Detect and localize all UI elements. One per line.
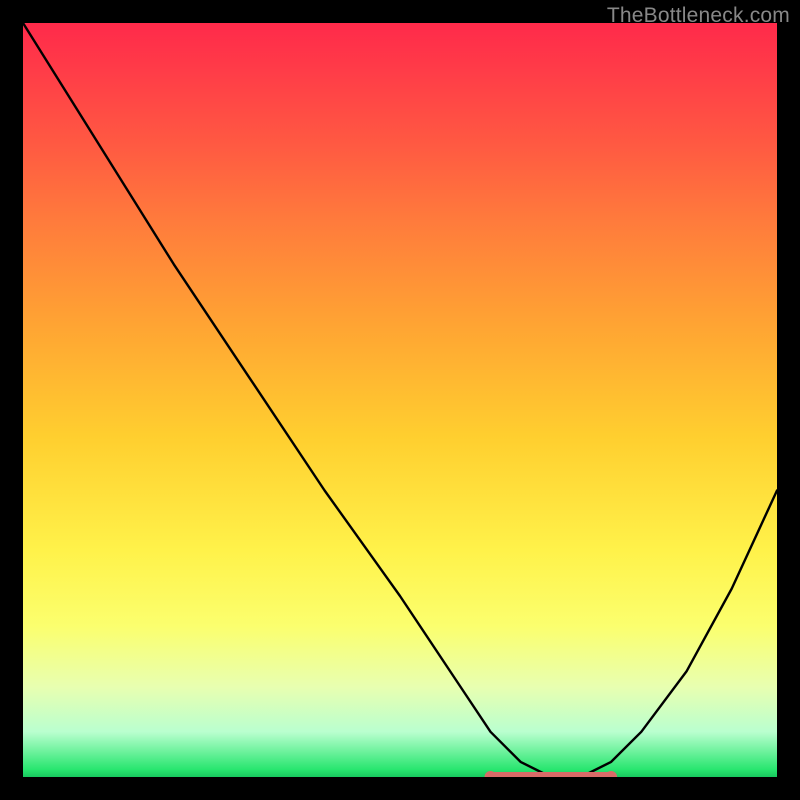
optimal-segment-left-dot [485, 771, 497, 777]
chart-svg [23, 23, 777, 777]
bottleneck-curve-path [23, 23, 777, 777]
watermark-text: TheBottleneck.com [607, 4, 790, 28]
plot-area [23, 23, 777, 777]
chart-frame: TheBottleneck.com [0, 0, 800, 800]
optimal-segment-right-dot [605, 771, 617, 777]
